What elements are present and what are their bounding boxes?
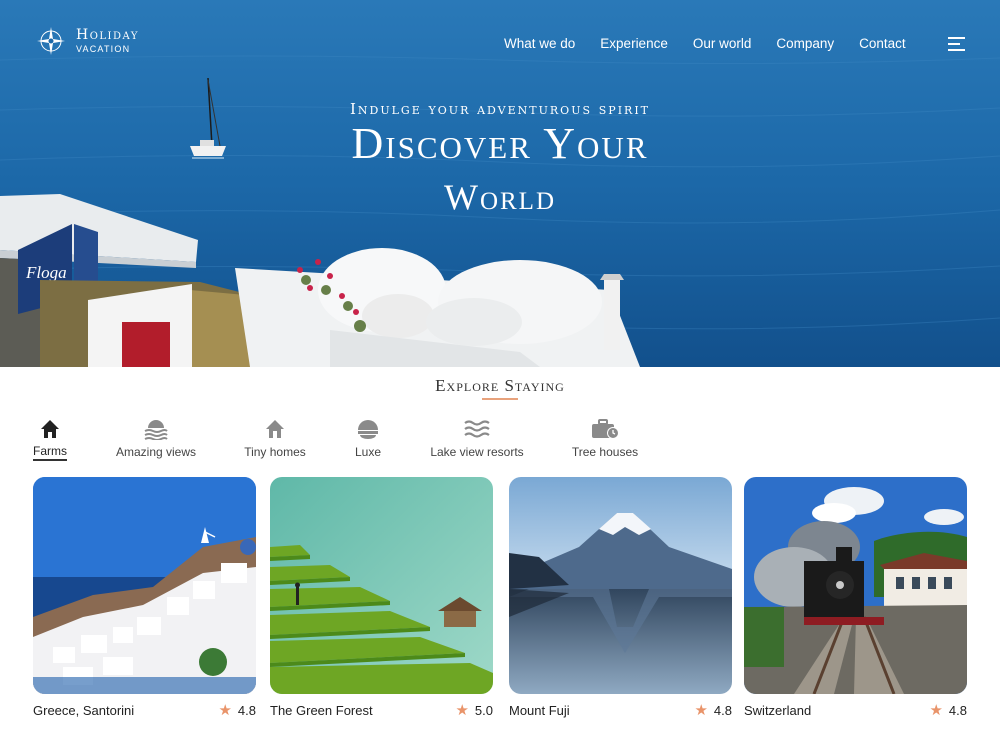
tab-luxe[interactable]: Luxe (344, 418, 392, 459)
tab-amazing-views[interactable]: Amazing views (106, 418, 206, 459)
tab-label: Amazing views (115, 445, 197, 459)
listing-image (744, 477, 967, 694)
listing-image (270, 477, 493, 694)
nav-contact[interactable]: Contact (859, 36, 906, 51)
main-nav: What we do Experience Our world Company … (504, 36, 906, 51)
tab-label: Luxe (354, 445, 382, 459)
tab-tree-houses[interactable]: Tree houses (562, 418, 648, 459)
nav-our-world[interactable]: Our world (693, 36, 752, 51)
listing-name: The Green Forest (270, 703, 373, 718)
hero-title: Discover Your (351, 119, 649, 168)
star-icon: ★ (929, 702, 943, 719)
brand-logo[interactable]: Holiday VACATION (36, 26, 139, 56)
listing-card[interactable]: Switzerland ★ 4.8 (744, 477, 967, 718)
nav-experience[interactable]: Experience (600, 36, 668, 51)
hamburger-menu-icon[interactable] (948, 37, 965, 51)
tab-farms[interactable]: Farms (22, 418, 78, 458)
listing-name: Mount Fuji (509, 703, 570, 718)
active-tab-indicator (33, 459, 67, 461)
tab-label: Tiny homes (244, 445, 306, 459)
brand-tagline: VACATION (76, 44, 131, 54)
tab-label: Tree houses (571, 445, 639, 459)
category-tabs: Farms Amazing views Tiny homes Luxe Lake… (0, 418, 1000, 468)
tab-lake-view-resorts[interactable]: Lake view resorts (422, 418, 532, 459)
star-icon: ★ (218, 702, 232, 719)
home-icon (22, 418, 78, 444)
compass-icon (37, 27, 65, 55)
listing-card[interactable]: Greece, Santorini ★ 4.8 (33, 477, 256, 718)
tab-label: Farms (33, 444, 67, 458)
listing-name: Greece, Santorini (33, 703, 135, 718)
nav-company[interactable]: Company (776, 36, 834, 51)
listing-rating: 4.8 (713, 703, 732, 718)
hero-title-line2: World (443, 177, 557, 217)
star-icon: ★ (455, 702, 469, 719)
sign-text: Floga (25, 263, 67, 282)
brand-name: Holiday (76, 27, 139, 43)
dome-icon (344, 418, 392, 444)
listing-card[interactable]: The Green Forest ★ 5.0 (270, 477, 493, 718)
sunset-waves-icon (106, 418, 206, 444)
nav-what-we-do[interactable]: What we do (504, 36, 575, 51)
hero-banner: Floga Holiday VACATION What we do Experi… (0, 0, 1000, 367)
listing-name: Switzerland (744, 703, 812, 718)
listing-rating: 4.8 (948, 703, 967, 718)
hero-subtitle: Indulge your adventurous spirit (349, 100, 651, 118)
listing-rating: 5.0 (474, 703, 493, 718)
tab-tiny-homes[interactable]: Tiny homes (234, 418, 316, 459)
section-title-underline (482, 398, 518, 400)
listing-card[interactable]: Mount Fuji ★ 4.8 (509, 477, 732, 718)
listing-rating: 4.8 (237, 703, 256, 718)
tab-label: Lake view resorts (430, 445, 524, 459)
small-house-icon (234, 418, 316, 444)
listing-image (509, 477, 732, 694)
star-icon: ★ (694, 702, 708, 719)
section-title: Explore Staying (435, 376, 565, 395)
listing-image (33, 477, 256, 694)
suitcase-clock-icon (562, 418, 648, 444)
waves-icon (422, 418, 532, 444)
